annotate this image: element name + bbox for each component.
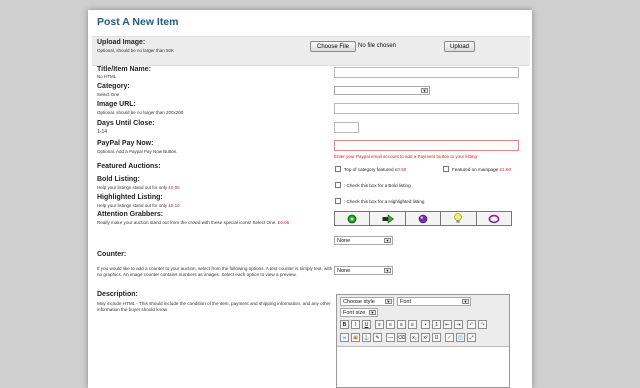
chevron-down-icon: ▼ bbox=[385, 299, 392, 304]
days-input[interactable] bbox=[334, 122, 359, 133]
remove-format-icon[interactable]: ⌫ bbox=[397, 333, 406, 342]
preview-icon[interactable]: ◫ bbox=[456, 333, 465, 342]
bold-checkbox[interactable] bbox=[335, 182, 341, 188]
days-hint: 1-14 bbox=[97, 129, 108, 135]
numbered-list-icon[interactable]: 1 bbox=[432, 320, 441, 329]
link-icon[interactable]: ∞ bbox=[340, 333, 349, 342]
attention-option-orb[interactable] bbox=[405, 212, 442, 225]
editor-content-area[interactable] bbox=[339, 349, 507, 387]
highlighted-checkbox[interactable] bbox=[335, 198, 341, 204]
chevron-down-icon: ▼ bbox=[384, 268, 391, 273]
counter-select-value: None bbox=[337, 267, 351, 274]
align-left-icon[interactable]: ≡ bbox=[375, 320, 384, 329]
underline-button[interactable]: U bbox=[362, 320, 371, 329]
image-url-label: Image URL: bbox=[97, 101, 136, 108]
title-hint: No HTML bbox=[97, 74, 117, 79]
bold-button[interactable]: B bbox=[340, 320, 349, 329]
attention-option-gear[interactable] bbox=[335, 212, 371, 225]
highlighted-label: Highlighted Listing: bbox=[97, 194, 163, 201]
style-select[interactable]: Choose style ▼ bbox=[340, 297, 394, 306]
upload-label: Upload Image: bbox=[97, 39, 146, 46]
description-label: Description: bbox=[97, 291, 138, 298]
attention-option-bulb[interactable] bbox=[441, 212, 477, 225]
description-editor: Choose style ▼ Font ▼ Font size ▼ B I U … bbox=[336, 294, 510, 388]
redo-icon[interactable]: ↷ bbox=[478, 320, 487, 329]
indent-icon[interactable]: ⇥ bbox=[454, 320, 463, 329]
align-right-icon[interactable]: ≡ bbox=[397, 320, 406, 329]
paypal-hint: Optional. Add a Paypal Pay Now Button. bbox=[97, 149, 178, 154]
undo-icon[interactable]: ↶ bbox=[467, 320, 476, 329]
superscript-icon[interactable]: x² bbox=[421, 333, 430, 342]
purple-orb-icon bbox=[418, 214, 428, 223]
attention-option-ring[interactable] bbox=[476, 212, 512, 225]
chevron-down-icon: ▼ bbox=[369, 310, 376, 315]
image-url-hint: Optional, should be no larger than 200x2… bbox=[97, 110, 184, 115]
font-select-value: Font bbox=[400, 298, 412, 305]
font-size-select[interactable]: Font size ▼ bbox=[340, 308, 378, 317]
description-hint: May include HTML - This should include t… bbox=[97, 301, 331, 312]
charmap-icon[interactable]: Ω bbox=[432, 333, 441, 342]
attention-label: Attention Grabbers: bbox=[97, 211, 164, 218]
bullet-list-icon[interactable]: • bbox=[421, 320, 430, 329]
anchor-icon[interactable]: ⚓ bbox=[362, 333, 371, 342]
post-item-page: Post A New Item Upload Image: Optional, … bbox=[88, 10, 532, 388]
category-select[interactable]: ▼ bbox=[334, 86, 430, 95]
days-label: Days Until Close: bbox=[97, 120, 155, 127]
image-icon[interactable]: ▣ bbox=[351, 333, 360, 342]
subscript-icon[interactable]: x₂ bbox=[410, 333, 419, 342]
attention-select-value: None bbox=[337, 237, 351, 244]
featured-label: Featured Auctions: bbox=[97, 163, 161, 170]
category-hint: Select One bbox=[97, 92, 120, 97]
attention-hint: Really make your auction stand out from … bbox=[97, 220, 290, 225]
italic-button[interactable]: I bbox=[351, 320, 360, 329]
top-category-label: Top of category featured £0.50 bbox=[344, 167, 407, 172]
attention-icon-row bbox=[334, 211, 512, 226]
choose-file-button[interactable]: Choose File bbox=[310, 41, 356, 52]
style-select-value: Choose style bbox=[343, 298, 375, 305]
bold-label: Bold Listing: bbox=[97, 176, 140, 183]
paypal-error: Enter your Paypal email account to add a… bbox=[334, 154, 477, 159]
file-status: No file chosen bbox=[358, 43, 397, 49]
counter-description: If you would like to add a counter to yo… bbox=[97, 266, 333, 277]
arrow-right-icon bbox=[382, 213, 394, 224]
highlighted-checkbox-label: : Check this box for a Highlighted listi… bbox=[344, 199, 425, 204]
title-input[interactable] bbox=[334, 67, 519, 78]
paypal-input[interactable] bbox=[334, 140, 519, 151]
mainpage-checkbox[interactable] bbox=[443, 166, 449, 172]
font-select[interactable]: Font ▼ bbox=[397, 297, 471, 306]
chevron-down-icon: ▼ bbox=[384, 238, 391, 243]
paypal-label: PayPal Pay Now: bbox=[97, 140, 154, 147]
align-center-icon[interactable]: ≡ bbox=[386, 320, 395, 329]
cleanup-icon[interactable]: ✎ bbox=[373, 333, 382, 342]
font-size-select-value: Font size bbox=[343, 309, 366, 316]
attention-select[interactable]: None ▼ bbox=[334, 236, 393, 245]
top-category-checkbox[interactable] bbox=[335, 166, 341, 172]
attention-option-arrow[interactable] bbox=[370, 212, 406, 225]
upload-button[interactable]: Upload bbox=[444, 41, 475, 52]
spellcheck-icon[interactable]: ✓ bbox=[445, 333, 454, 342]
fullscreen-icon[interactable]: ⤢ bbox=[467, 333, 476, 342]
highlighted-hint: Help your listings stand out for only £0… bbox=[97, 203, 180, 208]
outdent-icon[interactable]: ⇤ bbox=[443, 320, 452, 329]
mainpage-label: Featured on mainpage £1.50 bbox=[452, 167, 512, 172]
green-gear-icon bbox=[347, 214, 357, 223]
image-url-input[interactable] bbox=[334, 103, 519, 114]
chevron-down-icon: ▼ bbox=[421, 88, 428, 93]
counter-select[interactable]: None ▼ bbox=[334, 266, 393, 275]
hr-icon[interactable]: — bbox=[386, 333, 395, 342]
category-label: Category: bbox=[97, 83, 130, 90]
upload-hint: Optional, should be no larger than 50K bbox=[97, 48, 175, 53]
ring-icon bbox=[488, 214, 500, 223]
bold-hint: Help your listings stand out for only £0… bbox=[97, 185, 180, 190]
title-label: Title/Item Name: bbox=[97, 66, 151, 73]
chevron-down-icon: ▼ bbox=[462, 299, 469, 304]
align-justify-icon[interactable]: ≡ bbox=[408, 320, 417, 329]
counter-label: Counter: bbox=[97, 251, 127, 258]
lightbulb-icon bbox=[454, 213, 463, 223]
page-title: Post A New Item bbox=[97, 16, 179, 28]
bold-checkbox-label: : Check this box for a Bold listing bbox=[344, 183, 411, 188]
